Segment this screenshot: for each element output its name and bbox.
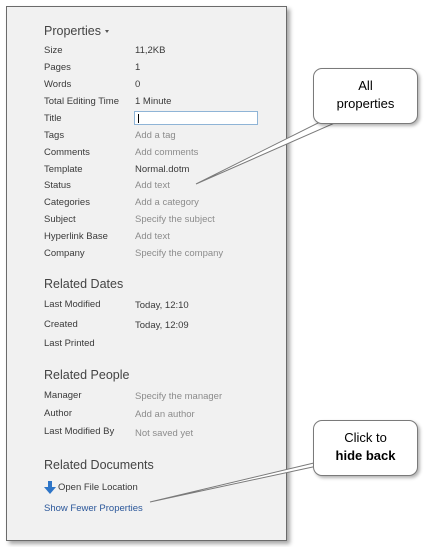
- last-printed-label: Last Printed: [44, 338, 95, 349]
- created-value: Today, 12:09: [135, 320, 189, 331]
- size-value: 11,2KB: [135, 45, 166, 56]
- related-dates-title: Related Dates: [44, 277, 124, 291]
- tags-label: Tags: [44, 130, 65, 141]
- author-label: Author: [44, 408, 72, 419]
- editing-time-value: 1 Minute: [135, 96, 172, 107]
- show-fewer-properties-link[interactable]: Show Fewer Properties: [44, 503, 143, 514]
- template-label: Template: [44, 164, 83, 175]
- comments-label: Comments: [44, 147, 90, 158]
- categories-field[interactable]: Add a category: [135, 197, 199, 208]
- last-modified-value: Today, 12:10: [135, 300, 189, 311]
- hide-back-callout: Click to hide back: [313, 420, 418, 476]
- size-label: Size: [44, 45, 63, 56]
- status-field[interactable]: Add text: [135, 180, 170, 191]
- properties-title: Properties: [44, 24, 101, 38]
- callout-text-line2-bold: hide back: [335, 448, 396, 463]
- subject-field[interactable]: Specify the subject: [135, 214, 215, 225]
- company-field[interactable]: Specify the company: [135, 248, 223, 259]
- chevron-down-icon: [104, 30, 109, 34]
- title-label: Title: [44, 113, 62, 124]
- callout-text-line1: All: [358, 78, 373, 93]
- manager-label: Manager: [44, 390, 82, 401]
- pages-label: Pages: [44, 62, 71, 73]
- callout-text-line1: Click to: [344, 430, 387, 445]
- categories-label: Categories: [44, 197, 90, 208]
- words-label: Words: [44, 79, 72, 90]
- comments-field[interactable]: Add comments: [135, 147, 198, 158]
- subject-label: Subject: [44, 214, 76, 225]
- company-label: Company: [44, 248, 85, 259]
- last-modified-by-value: Not saved yet: [135, 428, 194, 439]
- related-documents-title: Related Documents: [44, 458, 154, 472]
- tags-field[interactable]: Add a tag: [135, 130, 176, 141]
- related-people-title: Related People: [44, 368, 130, 382]
- status-label: Status: [44, 180, 71, 191]
- created-label: Created: [44, 319, 78, 330]
- last-modified-by-label: Last Modified By: [44, 426, 115, 437]
- author-field[interactable]: Add an author: [135, 409, 195, 420]
- words-value: 0: [135, 79, 141, 90]
- last-modified-label: Last Modified: [44, 299, 101, 310]
- template-value: Normal.dotm: [135, 164, 190, 175]
- pages-value: 1: [135, 62, 141, 73]
- open-file-location-button[interactable]: Open File Location: [44, 481, 138, 494]
- text-cursor: [138, 114, 139, 123]
- hyperlink-base-field[interactable]: Add text: [135, 231, 170, 242]
- manager-field[interactable]: Specify the manager: [135, 391, 222, 402]
- title-input[interactable]: [134, 111, 258, 125]
- open-file-location-label: Open File Location: [58, 482, 138, 494]
- editing-time-label: Total Editing Time: [44, 96, 119, 107]
- hyperlink-base-label: Hyperlink Base: [44, 231, 108, 242]
- callout-text-line2: properties: [336, 96, 395, 111]
- down-arrow-icon: [44, 481, 56, 494]
- all-properties-callout: All properties: [313, 68, 418, 124]
- properties-panel: Properties Size 11,2KB Pages 1 Words 0 T…: [6, 6, 287, 541]
- properties-header[interactable]: Properties: [44, 24, 109, 38]
